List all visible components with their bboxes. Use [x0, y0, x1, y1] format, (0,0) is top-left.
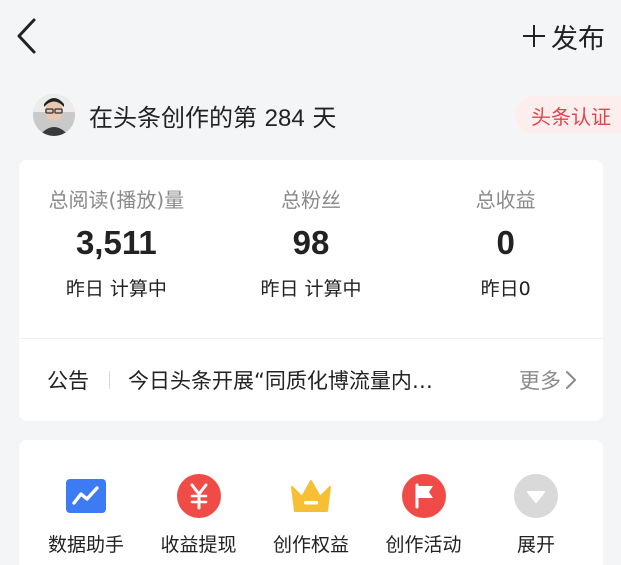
chevron-right-icon	[566, 371, 576, 389]
notice-bar[interactable]: 公告 今日头条开展“同质化博流量内… 更多	[19, 360, 603, 400]
avatar-image	[33, 94, 75, 136]
notice-text[interactable]: 今日头条开展“同质化博流量内…	[128, 365, 511, 395]
tools-card: 数据助手 收益提现 创作权益 创作活动 展开	[19, 440, 603, 565]
notice-more-link[interactable]: 更多	[519, 365, 577, 395]
tool-data-assistant[interactable]: 数据助手	[30, 474, 142, 557]
tool-label: 创作活动	[385, 534, 462, 556]
stat-label: 总阅读(播放)量	[48, 188, 185, 212]
more-label: 更多	[519, 369, 561, 393]
creation-days-text: 在头条创作的第 284 天	[89, 98, 336, 133]
stat-value: 3,511	[75, 224, 157, 261]
tool-label: 展开	[516, 534, 555, 556]
stats-card: 总阅读(播放)量 3,511 昨日 计算中 总粉丝 98 昨日 计算中 总收益 …	[19, 160, 603, 421]
notice-tag: 公告	[47, 369, 89, 393]
data-chart-icon	[64, 474, 108, 518]
tool-expand[interactable]: 展开	[480, 474, 592, 557]
divider	[19, 338, 603, 339]
stat-sub: 昨日0	[480, 278, 531, 300]
stat-total-income[interactable]: 总收益 0 昨日0	[408, 184, 603, 301]
tool-label: 创作权益	[272, 534, 349, 556]
creator-info: 在头条创作的第 284 天 头条认证	[0, 88, 621, 142]
certification-label: 头条认证	[531, 104, 611, 129]
publish-label: 发布	[551, 23, 605, 55]
days-prefix: 在头条创作的第	[89, 103, 265, 132]
tool-creator-rights[interactable]: 创作权益	[255, 474, 367, 557]
plus-icon	[523, 25, 545, 47]
tool-income-withdraw[interactable]: 收益提现	[143, 474, 255, 557]
expand-icon	[514, 474, 558, 518]
flag-icon	[401, 474, 446, 518]
back-button[interactable]	[14, 16, 54, 56]
tool-label: 数据助手	[47, 534, 124, 556]
chevron-left-icon	[17, 18, 36, 54]
tools-grid: 数据助手 收益提现 创作权益 创作活动 展开	[19, 440, 603, 557]
days-count: 284	[264, 104, 305, 132]
top-bar: 发布	[0, 0, 621, 72]
stat-value: 0	[496, 224, 515, 261]
notice-separator	[109, 371, 110, 389]
days-suffix: 天	[304, 103, 337, 132]
stat-total-fans[interactable]: 总粉丝 98 昨日 计算中	[214, 184, 409, 301]
stat-label: 总收益	[475, 188, 536, 212]
stat-sub: 昨日 计算中	[260, 278, 362, 300]
stat-sub: 昨日 计算中	[65, 278, 167, 300]
publish-button[interactable]: 发布	[523, 17, 605, 56]
stat-label: 总粉丝	[281, 188, 341, 212]
stat-value: 98	[292, 224, 330, 261]
tool-label: 收益提现	[160, 534, 237, 556]
stat-total-reads[interactable]: 总阅读(播放)量 3,511 昨日 计算中	[19, 184, 214, 301]
yen-icon	[176, 474, 221, 518]
stats-row: 总阅读(播放)量 3,511 昨日 计算中 总粉丝 98 昨日 计算中 总收益 …	[19, 160, 603, 301]
certification-badge[interactable]: 头条认证	[515, 96, 621, 134]
avatar[interactable]	[33, 94, 75, 136]
crown-icon	[289, 474, 333, 518]
tool-creator-activities[interactable]: 创作活动	[368, 474, 480, 557]
